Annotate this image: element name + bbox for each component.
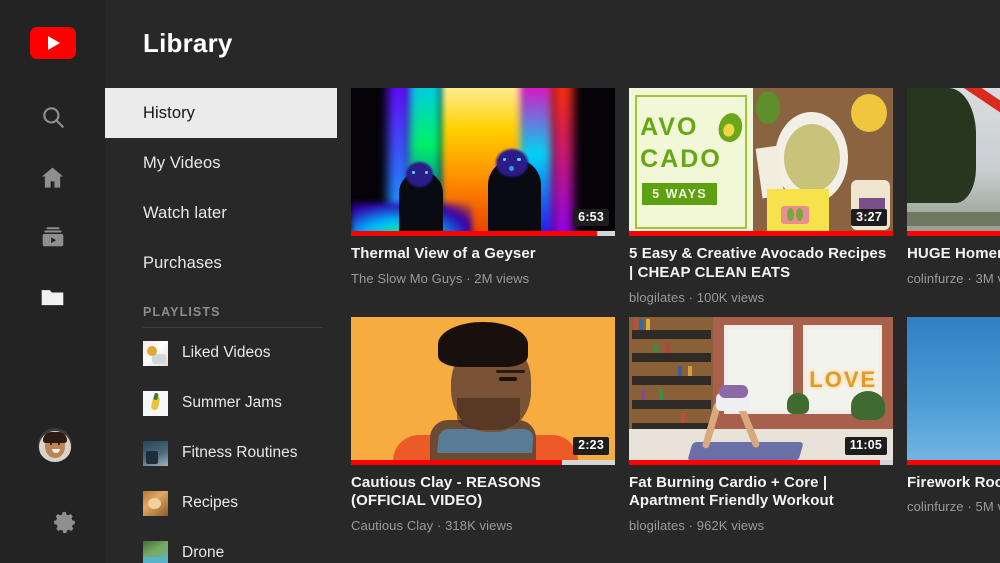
- play-triangle: [48, 36, 60, 50]
- playlist-item-summer-jams[interactable]: Summer Jams: [105, 378, 337, 428]
- watch-progress-bar: [351, 459, 615, 465]
- video-duration: 2:23: [573, 437, 609, 455]
- sidebar-item-label: My Videos: [143, 153, 221, 172]
- video-grid-panel: 6:53 Thermal View of a Geyser The Slow M…: [337, 0, 1000, 563]
- subscriptions-icon[interactable]: [27, 211, 79, 263]
- video-meta: colinfurze · 3M views: [907, 270, 1000, 286]
- playlist-thumbnail: [143, 440, 168, 466]
- video-duration: 6:53: [573, 208, 609, 226]
- watch-progress-bar: [907, 459, 1000, 465]
- sidebar-item-purchases[interactable]: Purchases: [105, 238, 337, 288]
- playlist-label: Summer Jams: [182, 394, 282, 411]
- video-thumbnail[interactable]: 2:23: [351, 316, 615, 465]
- watch-progress-bar: [351, 231, 615, 236]
- youtube-logo[interactable]: [29, 27, 76, 59]
- video-thumbnail[interactable]: LOVE 11:05: [629, 316, 893, 465]
- playlist-item-fitness-routines[interactable]: Fitness Routines: [105, 428, 337, 478]
- video-thumbnail[interactable]: [907, 316, 1000, 465]
- video-duration: 3:27: [851, 208, 887, 226]
- playlist-item-liked-videos[interactable]: Liked Videos: [105, 328, 337, 378]
- video-thumbnail[interactable]: AVO CADO 5 WAYS 3:27: [629, 88, 893, 236]
- avatar-eye-right: [58, 443, 60, 445]
- video-meta: The Slow Mo Guys · 2M views: [351, 270, 530, 286]
- video-title: 5 Easy & Creative Avocado Recipes | CHEA…: [629, 245, 887, 281]
- search-icon[interactable]: [27, 91, 79, 143]
- playlist-thumbnail: [143, 490, 168, 516]
- playlist-label: Drone: [182, 544, 225, 561]
- video-title: Firework Rocket Launch: [907, 473, 1000, 491]
- playlist-label: Fitness Routines: [182, 444, 298, 461]
- playlist-item-recipes[interactable]: Recipes: [105, 478, 337, 528]
- video-card[interactable]: LOVE 11:05 Fat Burning Cardio + Core | A…: [629, 316, 893, 533]
- sidebar-item-label: Watch later: [143, 203, 227, 222]
- thumbnail-art-firework: [907, 316, 1000, 465]
- playlist-label: Recipes: [182, 494, 238, 511]
- watch-progress-bar: [907, 231, 1000, 236]
- icon-rail: [0, 0, 105, 563]
- video-title: Fat Burning Cardio + Core | Apartment Fr…: [629, 473, 834, 510]
- playlist-label: Liked Videos: [182, 344, 271, 361]
- sidebar-item-label: Purchases: [143, 253, 222, 272]
- video-title: Cautious Clay - REASONS (OFFICIAL VIDEO): [351, 473, 541, 510]
- avatar[interactable]: [38, 428, 72, 462]
- video-thumbnail[interactable]: [907, 88, 1000, 236]
- library-icon[interactable]: [27, 271, 79, 323]
- watch-progress-bar: [629, 459, 893, 465]
- video-title: HUGE Homemade Crane: [907, 245, 1000, 262]
- library-screen: History My Videos Watch later Purchases …: [0, 0, 1000, 563]
- video-duration: 11:05: [844, 437, 887, 455]
- video-card[interactable]: AVO CADO 5 WAYS 3:27 5 Easy & Creative A…: [629, 88, 893, 305]
- video-card[interactable]: 2:23 Cautious Clay - REASONS (OFFICIAL V…: [351, 316, 615, 533]
- video-card[interactable]: Firework Rocket Launch colinfurze · 5M v…: [907, 316, 1000, 534]
- video-title: Thermal View of a Geyser: [351, 245, 536, 262]
- sidebar-item-history[interactable]: History: [105, 88, 337, 138]
- sidebar-item-label: History: [143, 103, 196, 122]
- playlist-thumbnail: [143, 390, 168, 416]
- thumbnail-art-crane: [907, 88, 1000, 236]
- sidebar-item-my-videos[interactable]: My Videos: [105, 138, 337, 188]
- sidebar-item-watch-later[interactable]: Watch later: [105, 188, 337, 238]
- avatar-eye-left: [50, 443, 52, 445]
- watch-progress-bar: [629, 231, 893, 236]
- playlist-thumbnail: [143, 540, 168, 563]
- video-thumbnail[interactable]: 6:53: [351, 88, 615, 236]
- video-card[interactable]: HUGE Homemade Crane colinfurze · 3M view…: [907, 88, 1000, 305]
- gear-icon[interactable]: [38, 496, 90, 548]
- playlist-thumbnail: [143, 340, 168, 366]
- avatar-hair: [43, 432, 67, 443]
- home-icon[interactable]: [27, 151, 79, 203]
- video-card[interactable]: 6:53 Thermal View of a Geyser The Slow M…: [351, 88, 615, 305]
- library-sidebar: History My Videos Watch later Purchases …: [105, 0, 337, 563]
- video-grid: 6:53 Thermal View of a Geyser The Slow M…: [351, 88, 1000, 533]
- playlist-item-drone[interactable]: Drone: [105, 528, 337, 563]
- video-meta: Cautious Clay · 318K views: [351, 518, 513, 533]
- video-meta: blogilates · 962K views: [629, 518, 765, 533]
- video-meta: colinfurze · 5M views: [907, 499, 1000, 515]
- video-meta: blogilates · 100K views: [629, 289, 765, 305]
- page-title: Library: [143, 28, 233, 58]
- playlists-header: PLAYLISTS: [143, 305, 221, 319]
